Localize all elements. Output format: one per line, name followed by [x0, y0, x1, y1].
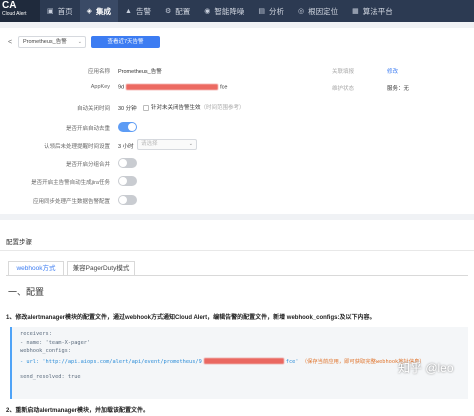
group-label: 是否开启分组合并: [65, 162, 110, 168]
nav-item-label: 首页: [57, 6, 73, 16]
nav-item-root-cause[interactable]: ◎ 根因定位: [291, 0, 345, 22]
nav-item-label: 告警: [135, 6, 151, 16]
ack-value: 3 小时: [118, 144, 134, 150]
dedupe-label: 是否开启自动去重: [65, 126, 110, 132]
auto-close-hint: （时间范围参考）: [200, 105, 245, 111]
ack-label: 认领后未处理提醒时间设置: [43, 144, 110, 150]
noise-reduction-icon: ◉: [204, 8, 211, 15]
dedupe-toggle[interactable]: [118, 122, 137, 132]
auto-close-label: 自动关闭时间: [76, 106, 110, 112]
brand-logo[interactable]: CA Cloud Alert: [0, 0, 40, 22]
section-heading: 一、配置: [8, 287, 45, 297]
nav-item-label: 分析: [268, 6, 284, 16]
nav-item-config[interactable]: ⚙ 配置: [158, 0, 197, 22]
appkey-label: AppKey: [90, 84, 110, 90]
tab-webhook[interactable]: webhook方式: [8, 261, 64, 276]
code-line: receivers:: [20, 331, 52, 337]
jira-label: 是否开启主告警自动生成jira任务: [31, 180, 110, 186]
view-recent-alerts-button[interactable]: 查看近7天告警: [91, 36, 160, 48]
root-cause-icon: ◎: [297, 8, 305, 15]
code-line-url: - url: 'http://api.aiops.com/alert/api/e…: [20, 357, 460, 366]
nav-item-algorithm[interactable]: ▦ 算法平台: [345, 0, 400, 22]
algorithm-icon: ▦: [352, 8, 359, 15]
code-line: webhook_configs:: [20, 348, 72, 355]
top-nav: CA Cloud Alert ▣ 首页 ◈ 集成 ▲ 告警 ⚙ 配置 ◉ 智能降噪 ▤ 分析 ◎ 根因定位…: [0, 0, 474, 22]
redaction-mark: [126, 84, 219, 90]
nav-item-label: 配置: [175, 6, 191, 16]
related-label: 关联填报: [332, 69, 355, 75]
ack-select-placeholder: 请选择: [141, 141, 158, 147]
auto-close-checkbox[interactable]: [143, 104, 149, 111]
appkey-prefix: 9d: [118, 84, 125, 91]
step-2-text: 2、重新启动alertmanager模块，并加载该配置文件。: [6, 408, 150, 414]
auto-close-option[interactable]: 针对未关闭告警生效（时间范围参考）: [143, 103, 245, 111]
ack-select[interactable]: 请选择 ⌄: [137, 139, 197, 150]
config-icon: ⚙: [164, 8, 172, 15]
related-edit-link[interactable]: 修改: [387, 67, 398, 75]
nav-item-label: 集成: [96, 6, 112, 16]
alarm-icon: ▲: [125, 7, 132, 15]
group-toggle[interactable]: [118, 158, 137, 168]
integration-icon: ◈: [86, 8, 93, 15]
nav-item-noise-reduction[interactable]: ◉ 智能降噪: [197, 0, 251, 22]
nav-item-home[interactable]: ▣ 首页: [40, 0, 80, 22]
app-select[interactable]: Prometheus_告警 ⌄: [18, 36, 86, 48]
steps-title: 配置步骤: [6, 239, 32, 246]
step-1-text: 1、修改alertmanager模块的配置文件，通过webhook方式通知Clo…: [6, 315, 376, 321]
nav-item-label: 算法平台: [362, 6, 393, 16]
appkey-value: 9d fce: [118, 84, 227, 90]
webhook-url-prefix: - url: 'http://api.aiops.com/alert/api/e…: [20, 358, 202, 365]
jira-toggle[interactable]: [118, 176, 137, 186]
divider: [0, 250, 474, 251]
app-name-value: Prometheus_告警: [118, 69, 162, 75]
app-select-value: Prometheus_告警: [23, 39, 67, 45]
priority-toggle[interactable]: [118, 195, 137, 205]
nav-item-integration[interactable]: ◈ 集成: [79, 0, 119, 22]
nav-item-analysis[interactable]: ▤ 分析: [251, 0, 291, 22]
back-icon[interactable]: <: [8, 39, 12, 46]
code-line: send_resolved: true: [20, 373, 81, 380]
nav-item-label: 智能降噪: [214, 6, 245, 16]
home-icon: ▣: [47, 8, 54, 15]
webhook-url-suffix: fce': [285, 358, 299, 365]
analysis-icon: ▤: [258, 8, 265, 15]
watermark: 知乎 @leo: [398, 361, 454, 375]
nav-item-label: 根因定位: [308, 6, 339, 16]
tab-underline: [6, 275, 468, 276]
chevron-down-icon: ⌄: [77, 39, 82, 45]
appkey-suffix: fce: [220, 84, 228, 91]
maintain-value: 服务：无: [387, 86, 410, 92]
priority-label: 应用同步处理产生数据告警配置: [32, 199, 110, 205]
brand-title: CA: [2, 0, 17, 11]
code-line: - name: 'team-X-pager': [20, 339, 91, 346]
redaction-mark: [203, 358, 284, 365]
app-name-label: 应用名称: [87, 69, 110, 75]
auto-close-check-label: 针对未关闭告警生效: [151, 105, 201, 111]
nav-item-alarm[interactable]: ▲ 告警: [118, 0, 158, 22]
app-config-panel: <: [0, 28, 474, 214]
tab-pagerduty[interactable]: 兼容PagerDuty模式: [67, 261, 135, 276]
maintain-label: 维护状态: [332, 86, 355, 92]
chevron-down-icon: ⌄: [188, 141, 193, 147]
auto-close-value[interactable]: 30 分钟: [118, 104, 137, 112]
brand-subtitle: Cloud Alert: [2, 11, 27, 17]
